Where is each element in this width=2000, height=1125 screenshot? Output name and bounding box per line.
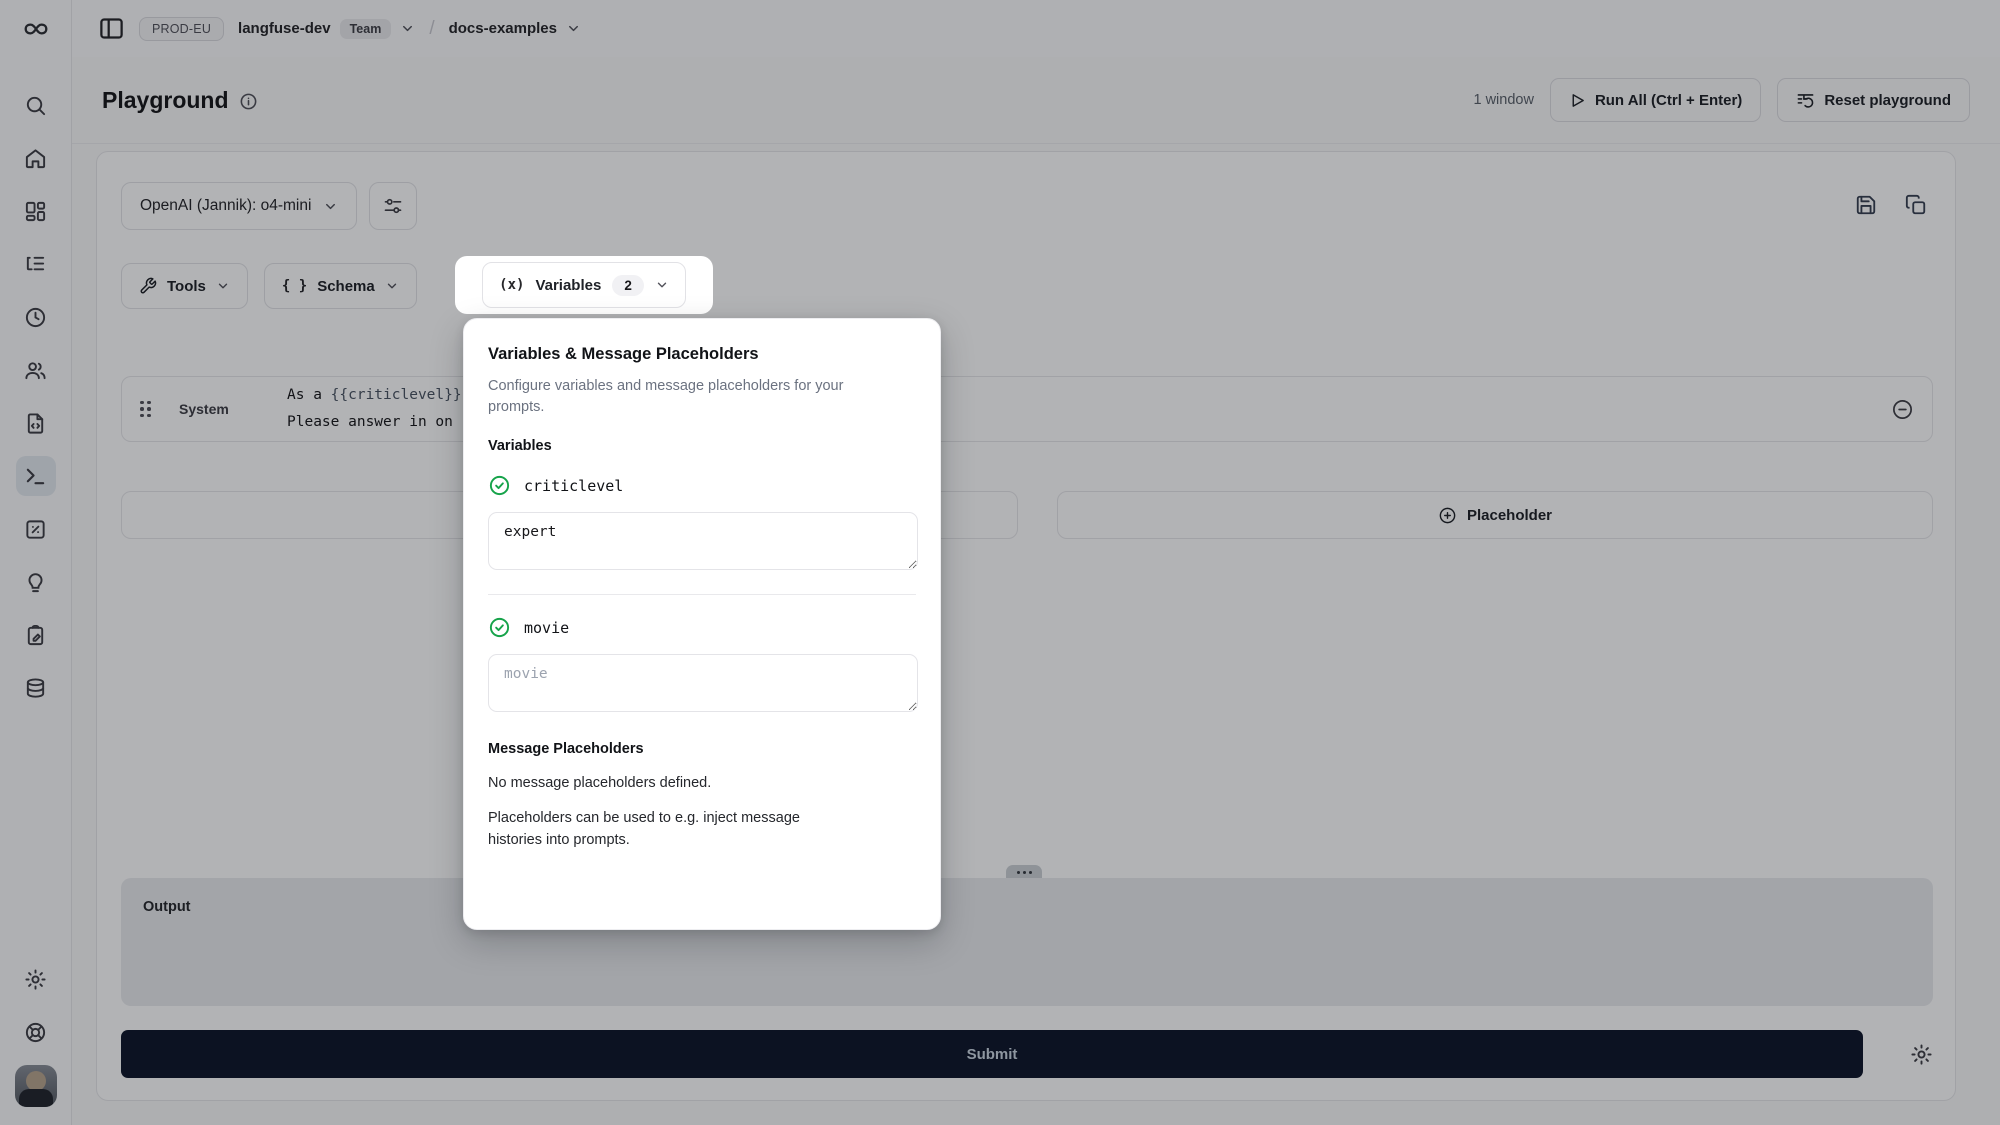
variables-count-badge: 2 xyxy=(612,275,644,296)
variable-value-input[interactable]: expert xyxy=(488,512,918,570)
placeholders-heading: Message Placeholders xyxy=(488,741,916,757)
variables-popover: Variables & Message Placeholders Configu… xyxy=(463,318,941,930)
variable-item: criticlevel expert xyxy=(488,474,916,573)
variable-value-input[interactable] xyxy=(488,654,918,712)
popover-description: Configure variables and message placehol… xyxy=(488,376,860,418)
variables-dropdown[interactable]: (x) Variables 2 xyxy=(482,262,686,308)
placeholders-empty-text: No message placeholders defined. xyxy=(488,773,916,795)
chevron-down-icon xyxy=(655,278,669,292)
check-circle-icon xyxy=(488,616,511,639)
check-circle-icon xyxy=(488,474,511,497)
modal-overlay[interactable] xyxy=(0,0,2000,1125)
variables-heading: Variables xyxy=(488,438,916,454)
divider xyxy=(488,594,916,595)
variable-icon: (x) xyxy=(499,277,524,293)
variable-item: movie xyxy=(488,616,916,715)
popover-title: Variables & Message Placeholders xyxy=(488,345,916,364)
variable-name: movie xyxy=(524,619,569,637)
variables-dropdown-anchor: (x) Variables 2 xyxy=(455,256,713,314)
variables-label: Variables xyxy=(535,277,601,294)
variable-name: criticlevel xyxy=(524,477,623,495)
placeholders-help-text: Placeholders can be used to e.g. inject … xyxy=(488,808,856,852)
